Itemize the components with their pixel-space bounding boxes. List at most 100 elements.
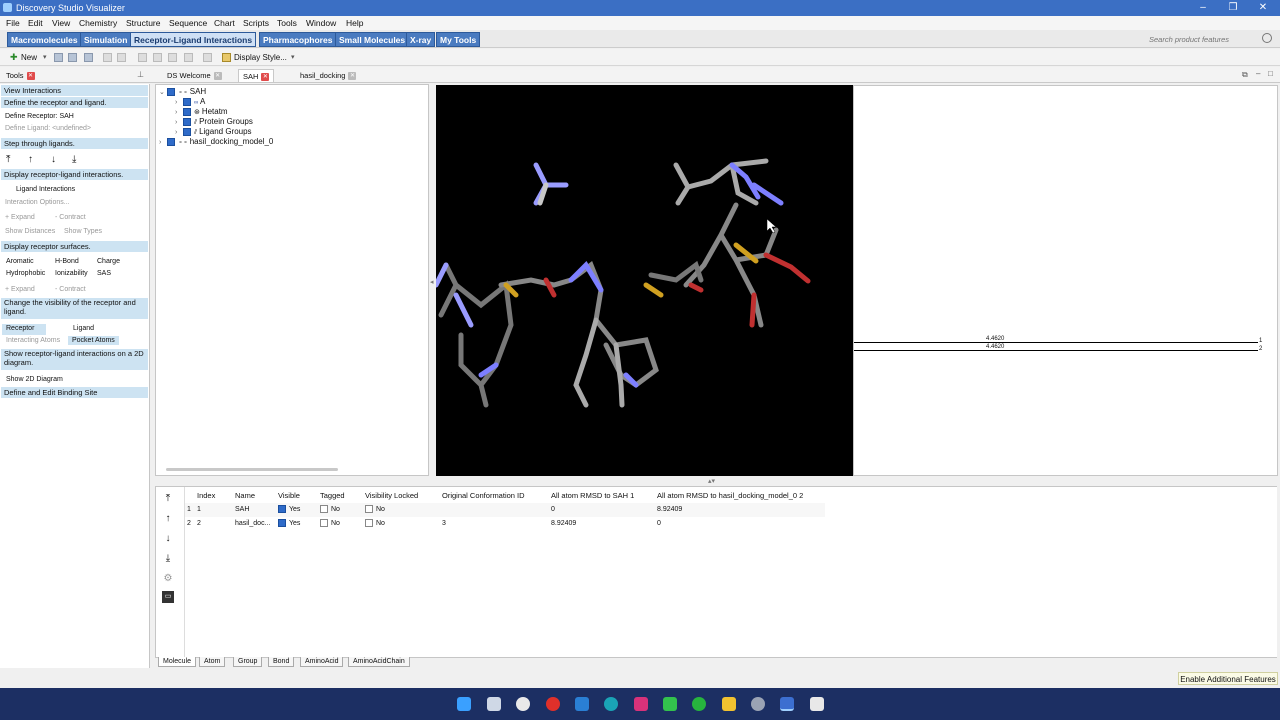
tab-xray[interactable]: X-ray [406, 32, 436, 47]
menu-structure[interactable]: Structure [126, 18, 161, 28]
move-bottom-icon[interactable]: ⤓ [162, 553, 174, 565]
charge-link[interactable]: Charge [97, 258, 120, 265]
menu-window[interactable]: Window [306, 18, 336, 28]
receptor-toggle[interactable]: Receptor [2, 324, 46, 335]
table-settings-icon[interactable]: ⚙ [162, 573, 174, 585]
cell-tagged[interactable]: No [320, 505, 340, 513]
col-visible[interactable]: Visible [278, 491, 300, 500]
close-tab-icon[interactable]: ✕ [213, 72, 222, 81]
delete-icon[interactable] [184, 53, 193, 62]
cell-visible[interactable]: Yes [278, 519, 300, 527]
pin-icon[interactable]: ⊥ [137, 70, 144, 79]
maximize-pane-icon[interactable]: □ [1268, 69, 1273, 78]
interacting-atoms-toggle[interactable]: Interacting Atoms [6, 337, 60, 344]
sas-link[interactable]: SAS [97, 270, 111, 277]
define-receptor-link[interactable]: Define Receptor: SAH [5, 113, 74, 120]
new-dropdown-icon[interactable]: ▾ [43, 53, 47, 61]
tree-node-a[interactable]: › ∞ A [175, 97, 205, 107]
contract-link[interactable]: - Contract [55, 214, 86, 221]
print-icon[interactable] [68, 53, 77, 62]
notepad-icon[interactable] [810, 697, 824, 711]
visible-checkbox[interactable] [183, 127, 191, 136]
locked-checkbox[interactable] [365, 505, 373, 513]
start-icon[interactable] [457, 697, 471, 711]
close-tab-icon[interactable]: ✕ [348, 72, 357, 81]
cell-locked[interactable]: No [365, 519, 385, 527]
expand-link[interactable]: + Expand [5, 214, 35, 221]
menu-view[interactable]: View [52, 18, 70, 28]
horizontal-scrollbar[interactable] [166, 468, 338, 471]
menu-chemistry[interactable]: Chemistry [79, 18, 117, 28]
close-button[interactable]: ✕ [1248, 1, 1278, 15]
paste-icon[interactable] [168, 53, 177, 62]
menu-sequence[interactable]: Sequence [169, 18, 207, 28]
tree-node-hasil-docking[interactable]: › ⚬⚬ hasil_docking_model_0 [159, 137, 273, 147]
copy-icon[interactable] [153, 53, 162, 62]
visible-checkbox[interactable] [183, 117, 191, 126]
ligand-toggle[interactable]: Ligand [70, 324, 120, 335]
molecule-3d-viewer[interactable] [433, 85, 853, 476]
close-tab-icon[interactable]: ✕ [261, 73, 270, 82]
restore-pane-icon[interactable]: ⧉ [1242, 70, 1248, 80]
section-view-interactions[interactable]: View Interactions [1, 85, 148, 96]
ionizability-link[interactable]: Ionizability [55, 270, 88, 277]
tab-ds-welcome[interactable]: DS Welcome ✕ [163, 69, 226, 82]
maximize-button[interactable]: ❐ [1218, 1, 1248, 15]
table-row[interactable]: 1 1 SAH Yes No No 0 8.92409 [185, 503, 825, 517]
move-down-icon[interactable]: ↓ [162, 533, 174, 545]
tab-small-molecules[interactable]: Small Molecules [335, 32, 410, 47]
cell-visible[interactable]: Yes [278, 505, 300, 513]
aromatic-link[interactable]: Aromatic [6, 258, 34, 265]
cell-locked[interactable]: No [365, 505, 385, 513]
display-style-button[interactable]: Display Style... [234, 53, 287, 62]
expand-icon[interactable]: › [159, 138, 167, 148]
visible-checkbox[interactable] [278, 519, 286, 527]
hbond-link[interactable]: H-Bond [55, 258, 79, 265]
col-rmsd-sah[interactable]: All atom RMSD to SAH 1 [551, 491, 634, 500]
col-visibility-locked[interactable]: Visibility Locked [365, 491, 418, 500]
task-view-icon[interactable] [487, 697, 501, 711]
move-top-icon[interactable]: ⤒ [162, 493, 174, 505]
vscode-icon[interactable] [575, 697, 589, 711]
visible-checkbox[interactable] [183, 97, 191, 106]
define-ligand-link[interactable]: Define Ligand: <undefined> [5, 125, 91, 132]
collapse-left-icon[interactable]: ◂ [430, 278, 434, 286]
close-tools-icon[interactable]: ✕ [26, 72, 35, 81]
tab-bond[interactable]: Bond [268, 657, 295, 667]
opera-icon[interactable] [546, 697, 560, 711]
show-distances-link[interactable]: Show Distances [5, 228, 55, 235]
redo-icon[interactable] [117, 53, 126, 62]
visible-checkbox[interactable] [183, 107, 191, 116]
undo-icon[interactable] [103, 53, 112, 62]
music-app-icon[interactable] [516, 697, 530, 711]
cell-tagged[interactable]: No [320, 519, 340, 527]
show-types-link[interactable]: Show Types [64, 228, 102, 235]
col-tagged[interactable]: Tagged [320, 491, 345, 500]
interaction-options-link[interactable]: Interaction Options... [5, 199, 70, 206]
instagram-icon[interactable] [634, 697, 648, 711]
minimize-pane-icon[interactable]: – [1256, 69, 1260, 78]
terminal-icon[interactable]: ▭ [162, 591, 174, 603]
first-ligand-icon[interactable]: ⤒ [6, 154, 10, 165]
tab-aminoacid[interactable]: AminoAcid [300, 657, 344, 667]
tree-node-sah[interactable]: ⌄ ⚬⚬ SAH [159, 87, 206, 97]
prev-ligand-icon[interactable]: ↑ [28, 154, 33, 165]
surface-expand-link[interactable]: + Expand [5, 286, 35, 293]
tagged-checkbox[interactable] [320, 519, 328, 527]
col-index[interactable]: Index [197, 491, 215, 500]
move-up-icon[interactable]: ↑ [162, 513, 174, 525]
menu-scripts[interactable]: Scripts [243, 18, 269, 28]
new-button[interactable]: New [21, 53, 37, 62]
tab-my-tools[interactable]: My Tools [436, 32, 481, 47]
tab-pharmacophores[interactable]: Pharmacophores [259, 32, 337, 47]
search-input[interactable] [1146, 33, 1276, 46]
last-ligand-icon[interactable]: ⤓ [72, 154, 76, 165]
tab-group[interactable]: Group [233, 657, 263, 667]
open-icon[interactable] [54, 53, 63, 62]
tab-macromolecules[interactable]: Macromolecules [7, 32, 82, 47]
col-rmsd-hasil[interactable]: All atom RMSD to hasil_docking_model_0 2 [657, 491, 803, 500]
col-name[interactable]: Name [235, 491, 255, 500]
menu-chart[interactable]: Chart [214, 18, 235, 28]
visible-checkbox[interactable] [167, 87, 175, 96]
enable-features-button[interactable]: Enable Additional Features [1178, 672, 1278, 685]
